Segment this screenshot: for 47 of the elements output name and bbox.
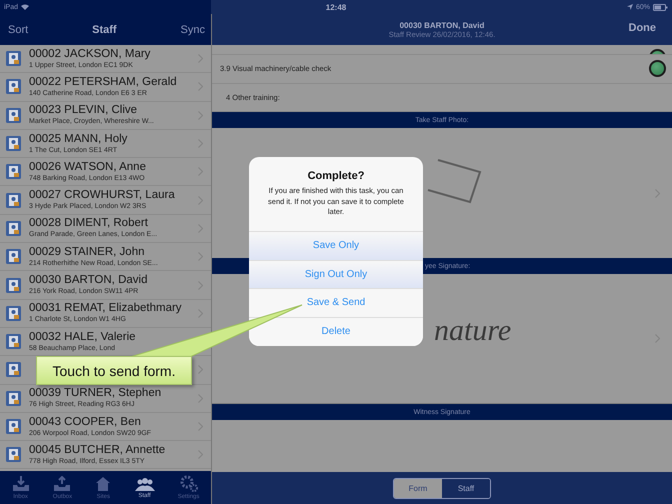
- callout: Touch to send form.: [36, 356, 192, 385]
- staff-record-icon: [6, 447, 21, 462]
- done-button[interactable]: Done: [628, 22, 656, 34]
- battery-icon: [653, 4, 668, 10]
- clock: 12:48: [326, 2, 346, 12]
- staff-name: 00045 BUTCHER, Annette: [29, 444, 166, 457]
- location-icon: [626, 4, 633, 10]
- staff-record-icon: [6, 390, 21, 406]
- tray-down-icon: [12, 476, 30, 492]
- staff-name: 00030 BARTON, David: [29, 274, 148, 288]
- staff-name: 00002 JACKSON, Mary: [29, 48, 152, 61]
- people-icon: [134, 476, 155, 490]
- record-title: 00030 BARTON, David: [400, 20, 484, 30]
- staff-name: 00025 MANN, Holy: [29, 132, 128, 146]
- staff-record-icon: [6, 334, 21, 350]
- staff-name: 00032 HALE, Valerie: [29, 330, 137, 344]
- staff-record-icon: [6, 136, 21, 152]
- staff-record-icon: [6, 306, 21, 321]
- tray-up-icon: [53, 476, 72, 492]
- staff-record-icon: [6, 108, 21, 123]
- segment-tab[interactable]: Form: [394, 478, 442, 498]
- sort-button[interactable]: Sort: [8, 24, 28, 36]
- wifi-icon: [21, 4, 30, 10]
- dialog-title: Complete?: [308, 170, 364, 182]
- staff-record-icon: [6, 192, 21, 208]
- staff-record-icon: [6, 419, 21, 434]
- staff-record-icon: [6, 278, 21, 293]
- house-icon: [95, 476, 112, 492]
- staff-name: 00029 STAINER, John: [29, 246, 146, 259]
- staff-name: 00043 COOPER, Ben: [29, 416, 142, 428]
- staff-name: 00026 WATSON, Anne: [29, 160, 147, 174]
- staff-name: 00031 REMAT, Elizabethmary: [29, 302, 183, 316]
- staff-record-icon: [6, 51, 21, 66]
- staff-name: 00027 CROWHURST, Laura: [29, 189, 176, 202]
- panel-title: Staff: [92, 24, 117, 36]
- staff-record-icon: [6, 220, 21, 236]
- status-light[interactable]: [649, 60, 666, 78]
- gears-icon: [180, 475, 198, 492]
- staff-name: 00039 TURNER, Stephen: [29, 387, 162, 400]
- staff-record-icon: [6, 164, 21, 180]
- staff-record-icon: [6, 362, 21, 378]
- staff-record-icon: [6, 249, 21, 264]
- staff-name: 00022 PETERSHAM, Gerald: [29, 76, 178, 89]
- sync-button[interactable]: Sync: [180, 24, 205, 36]
- staff-name: 00023 PLEVIN, Clive: [29, 104, 138, 118]
- staff-name: 00028 DIMENT, Robert: [29, 217, 149, 230]
- staff-record-icon: [6, 79, 21, 94]
